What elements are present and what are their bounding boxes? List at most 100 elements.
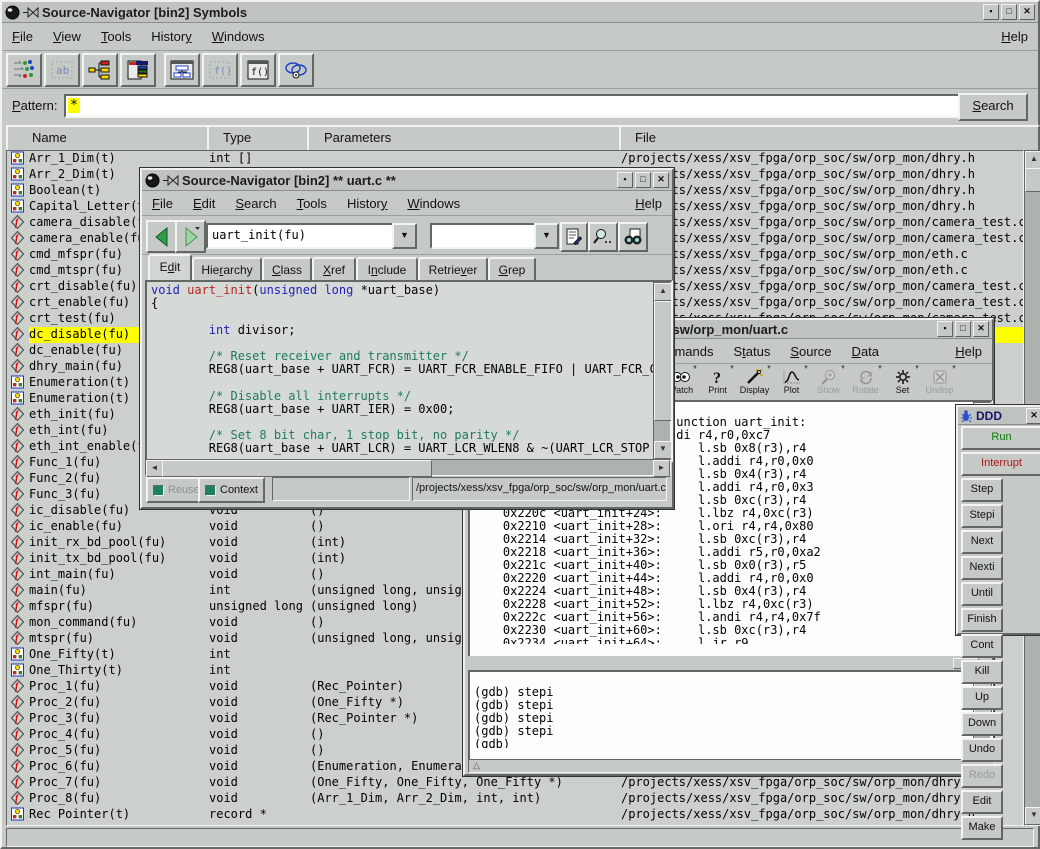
menu-item-status[interactable]: Status	[723, 342, 780, 361]
tool-titlebar[interactable]: DDD ✕	[958, 407, 1040, 425]
close-icon[interactable]: ✕	[1026, 408, 1040, 424]
scroll-down-icon[interactable]: ▼	[654, 441, 672, 459]
show-button[interactable]: ▼Show	[810, 365, 847, 399]
menu-item-file[interactable]: File	[2, 27, 43, 46]
maximize-icon[interactable]: □	[1001, 4, 1017, 20]
context-checkbox[interactable]: Context	[198, 477, 265, 503]
include-browser-icon[interactable]	[278, 53, 314, 87]
xref-icon[interactable]	[6, 53, 42, 87]
code-text: void uart_init(unsigned long *uart_base)…	[147, 282, 655, 460]
back-icon[interactable]	[146, 220, 177, 253]
maximize-icon[interactable]: □	[955, 321, 971, 337]
project-window-icon[interactable]	[164, 53, 200, 87]
chevron-down-icon[interactable]: ▼	[534, 223, 559, 249]
set-button[interactable]: ▼Set	[884, 365, 921, 399]
minimize-icon[interactable]: ▪	[617, 172, 633, 188]
redo-button[interactable]: Redo	[961, 764, 1003, 788]
search-combo-input[interactable]	[430, 223, 536, 249]
symbol-file: /projects/xess/xsv_fpga/orp_soc/sw/orp_m…	[621, 151, 1023, 167]
menu-item-help[interactable]: Help	[991, 27, 1038, 46]
menu-item-history[interactable]: History	[141, 27, 201, 46]
gdb-console-pane[interactable]: (gdb) stepi (gdb) stepi (gdb) stepi (gdb…	[468, 670, 993, 762]
maximize-icon[interactable]: □	[635, 172, 651, 188]
symbol-type: void	[209, 567, 308, 583]
menu-item-source[interactable]: Source	[780, 342, 841, 361]
pattern-input[interactable]: *	[64, 94, 964, 118]
rotate-button[interactable]: ▼Rotate	[847, 365, 884, 399]
chevron-down-icon: ▼	[951, 365, 957, 371]
table-row[interactable]: Arr_1_Dim(t)int []/projects/xess/xsv_fpg…	[7, 151, 1023, 167]
column-header-parameters[interactable]: Parameters	[307, 125, 638, 153]
interrupt-button[interactable]: Interrupt	[961, 452, 1040, 476]
table-row[interactable]: fProc_8(fu)void(Arr_1_Dim, Arr_2_Dim, in…	[7, 791, 1023, 807]
grep-browse-icon[interactable]	[618, 222, 648, 252]
next-button[interactable]: Next	[961, 530, 1003, 554]
menu-item-data[interactable]: Data	[842, 342, 889, 361]
down-button[interactable]: Down	[961, 712, 1003, 736]
finish-button[interactable]: Finish	[961, 608, 1003, 632]
hierarchy-icon[interactable]	[82, 53, 118, 87]
plot-button[interactable]: ▼Plot	[773, 365, 810, 399]
retriever-icon[interactable]	[560, 222, 588, 252]
undisp-button[interactable]: ▼Undisp	[921, 365, 958, 399]
kill-button[interactable]: Kill	[961, 660, 1003, 684]
minimize-icon[interactable]: ▪	[937, 321, 953, 337]
run-button[interactable]: Run	[961, 426, 1040, 450]
menu-item-search[interactable]: Search	[225, 194, 286, 213]
column-header-file[interactable]: File	[619, 125, 1040, 153]
main-titlebar[interactable]: Source-Navigator [bin2] Symbols ▪ □ ✕	[2, 2, 1038, 23]
forward-icon[interactable]	[175, 220, 206, 253]
function-list-icon[interactable]: f()	[240, 53, 276, 87]
function-xref-icon[interactable]: f()	[202, 53, 238, 87]
function-icon: f	[11, 423, 26, 439]
class-browser-icon[interactable]	[120, 53, 156, 87]
editor-titlebar[interactable]: Source-Navigator [bin2] ** uart.c ** ▪ □…	[142, 170, 672, 191]
close-icon[interactable]: ✕	[653, 172, 669, 188]
typedef-icon	[11, 807, 26, 823]
step-button[interactable]: Step	[961, 478, 1003, 502]
menu-item-history[interactable]: History	[337, 194, 397, 213]
scroll-up-icon[interactable]: ▲	[654, 283, 672, 301]
cont-button[interactable]: Cont	[961, 634, 1003, 658]
menu-item-file[interactable]: File	[142, 194, 183, 213]
close-icon[interactable]: ✕	[973, 321, 989, 337]
display-button[interactable]: ▼Display	[736, 365, 773, 399]
until-button[interactable]: Until	[961, 582, 1003, 606]
edit-button[interactable]: Edit	[961, 790, 1003, 814]
search-button[interactable]: Search	[958, 93, 1028, 121]
minimize-icon[interactable]: ▪	[983, 4, 999, 20]
menu-item-help[interactable]: Help	[945, 342, 992, 361]
pane-splitter[interactable]	[468, 656, 989, 669]
nexti-button[interactable]: Nexti	[961, 556, 1003, 580]
code-vertical-scrollbar[interactable]: ▲ ▼	[653, 282, 671, 460]
chevron-down-icon[interactable]: ▼	[392, 223, 417, 249]
menu-item-help[interactable]: Help	[625, 194, 672, 213]
grep-icon[interactable]: ab	[44, 53, 80, 87]
close-icon[interactable]: ✕	[1019, 4, 1035, 20]
scroll-thumb[interactable]	[654, 301, 672, 421]
symbol-combo-input[interactable]: uart_init(fu)	[206, 223, 402, 249]
undo-button[interactable]: Undo	[961, 738, 1003, 762]
up-button[interactable]: Up	[961, 686, 1003, 710]
column-header-name[interactable]: Name	[6, 125, 235, 153]
search-icon[interactable]	[588, 222, 618, 252]
symbol-name: Proc_1(fu)	[29, 679, 209, 695]
scroll-up-icon[interactable]: ▲	[1025, 151, 1040, 169]
push-pin-icon[interactable]	[23, 7, 39, 18]
table-row[interactable]: Rec Pointer(t)record */projects/xess/xsv…	[7, 807, 1023, 823]
make-button[interactable]: Make	[961, 816, 1003, 840]
print-button[interactable]: ▼?Print	[699, 365, 736, 399]
push-pin-icon[interactable]	[163, 175, 179, 186]
menu-item-tools[interactable]: Tools	[287, 194, 337, 213]
menu-item-view[interactable]: View	[43, 27, 91, 46]
menu-item-edit[interactable]: Edit	[183, 194, 225, 213]
app-ball-icon	[145, 173, 160, 188]
menu-item-windows[interactable]: Windows	[397, 194, 470, 213]
table-row[interactable]: fProc_7(fu)void(One_Fifty, One_Fifty, On…	[7, 775, 1023, 791]
scroll-thumb[interactable]	[1025, 168, 1040, 192]
menu-item-tools[interactable]: Tools	[91, 27, 141, 46]
code-horizontal-scrollbar[interactable]: ◄ ►	[145, 459, 671, 476]
menu-item-windows[interactable]: Windows	[202, 27, 275, 46]
code-editor[interactable]: void uart_init(unsigned long *uart_base)…	[145, 280, 673, 462]
stepi-button[interactable]: Stepi	[961, 504, 1003, 528]
